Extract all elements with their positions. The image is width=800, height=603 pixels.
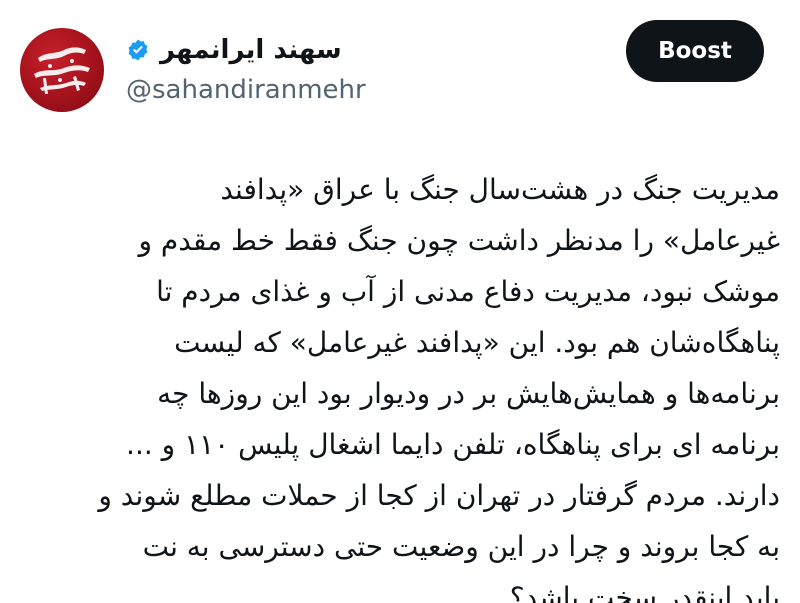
tweet-line: برنامه‌ها و همایش‌هایش بر در ودیوار بود … [157, 377, 780, 410]
user-handle[interactable]: @sahandiranmehr [126, 72, 366, 108]
tweet-line: باید اینقدر سخت باشد؟ [509, 581, 780, 603]
tweet-line: برنامه ای برای پناهگاه، تلفن دایما اشغال… [126, 428, 780, 461]
tweet-line: پناهگاه‌شان هم بود. این «پدافند غیرعامل»… [174, 326, 780, 359]
name-row: سهند ایرانمهر [126, 30, 342, 70]
avatar[interactable] [20, 28, 104, 112]
avatar-logo-icon [34, 47, 90, 94]
boost-button[interactable]: Boost [626, 20, 764, 82]
display-name[interactable]: سهند ایرانمهر [160, 30, 342, 70]
tweet-line: به کجا بروند و چرا در این وضعیت حتی دستر… [142, 530, 780, 563]
tweet-header: سهند ایرانمهر @sahandiranmehr Boost [0, 0, 800, 140]
tweet-text: مدیریت جنگ در هشت‌سال جنگ با عراق «پدافن… [20, 164, 780, 603]
tweet-line: موشک نبود، مدیریت دفاع مدنی از آب و غذای… [156, 275, 780, 308]
verified-badge-icon [126, 38, 150, 62]
tweet-line: دارند. مردم گرفتار در تهران از کجا از حم… [98, 479, 780, 512]
tweet-line: غیرعامل» را مدنظر داشت چون جنگ فقط خط مق… [138, 224, 780, 257]
tweet-line: مدیریت جنگ در هشت‌سال جنگ با عراق «پدافن… [220, 173, 780, 206]
